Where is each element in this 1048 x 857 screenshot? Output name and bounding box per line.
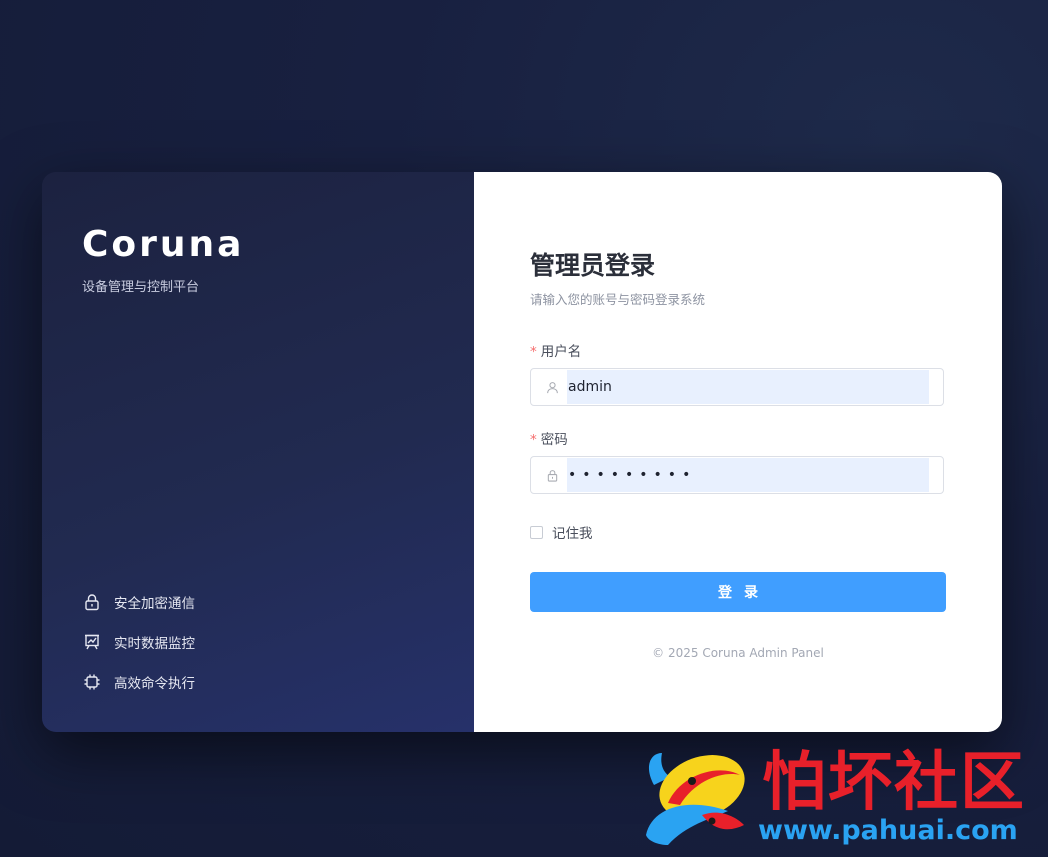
feature-label: 实时数据监控 [114,636,195,652]
login-panel: 管理员登录 请输入您的账号与密码登录系统 *用户名 *密码 [474,172,1002,732]
required-mark: * [530,344,537,360]
feature-item-command: 高效命令执行 [82,662,195,702]
lock-icon [82,592,102,612]
password-label: * 密码 [530,428,568,448]
password-input[interactable]: ••••••••• [568,467,696,483]
remember-checkbox[interactable] [530,525,543,539]
feature-label: 安全加密通信 [114,596,195,612]
feature-item-secure: 安全加密通信 [82,582,195,622]
chip-icon [82,672,102,692]
chart-board-icon [82,632,102,652]
feature-item-monitor: 实时数据监控 [82,622,195,662]
brand-name: Coruna [82,224,245,265]
password-label-text: 密码 [540,432,568,448]
username-label: * 用户名 [530,340,581,360]
username-label-text: 用户名 [540,344,582,360]
password-autofill: ••••••••• [567,458,929,492]
watermark: 怕坏社区 www.pahuai.com [640,745,1040,850]
watermark-logo-icon [646,753,745,845]
brand-panel: Coruna 设备管理与控制平台 安全加密通信 实时数据监控 高效命令执行 [42,172,474,732]
user-icon [543,369,561,405]
remember-label: 记住我 [552,526,593,542]
password-field[interactable]: ••••••••• [530,456,944,494]
login-subtitle: 请输入您的账号与密码登录系统 [530,292,706,307]
watermark-text: 怕坏社区 [762,746,1026,820]
feature-label: 高效命令执行 [114,676,195,692]
username-field[interactable] [530,368,944,406]
brand-subtitle: 设备管理与控制平台 [82,280,200,295]
login-title: 管理员登录 [530,251,656,280]
username-autofill [567,370,929,404]
remember-me[interactable]: 记住我 [530,522,593,542]
lock-icon [543,457,561,493]
required-mark: * [530,432,537,448]
username-input[interactable] [568,379,929,395]
watermark-url: www.pahuai.com [758,815,1018,846]
copyright-footer: © 2025 Coruna Admin Panel [652,646,824,660]
login-button[interactable]: 登录 [530,572,946,612]
login-card: Coruna 设备管理与控制平台 安全加密通信 实时数据监控 高效命令执行 管理… [42,172,1002,732]
feature-list: 安全加密通信 实时数据监控 高效命令执行 [82,582,195,702]
